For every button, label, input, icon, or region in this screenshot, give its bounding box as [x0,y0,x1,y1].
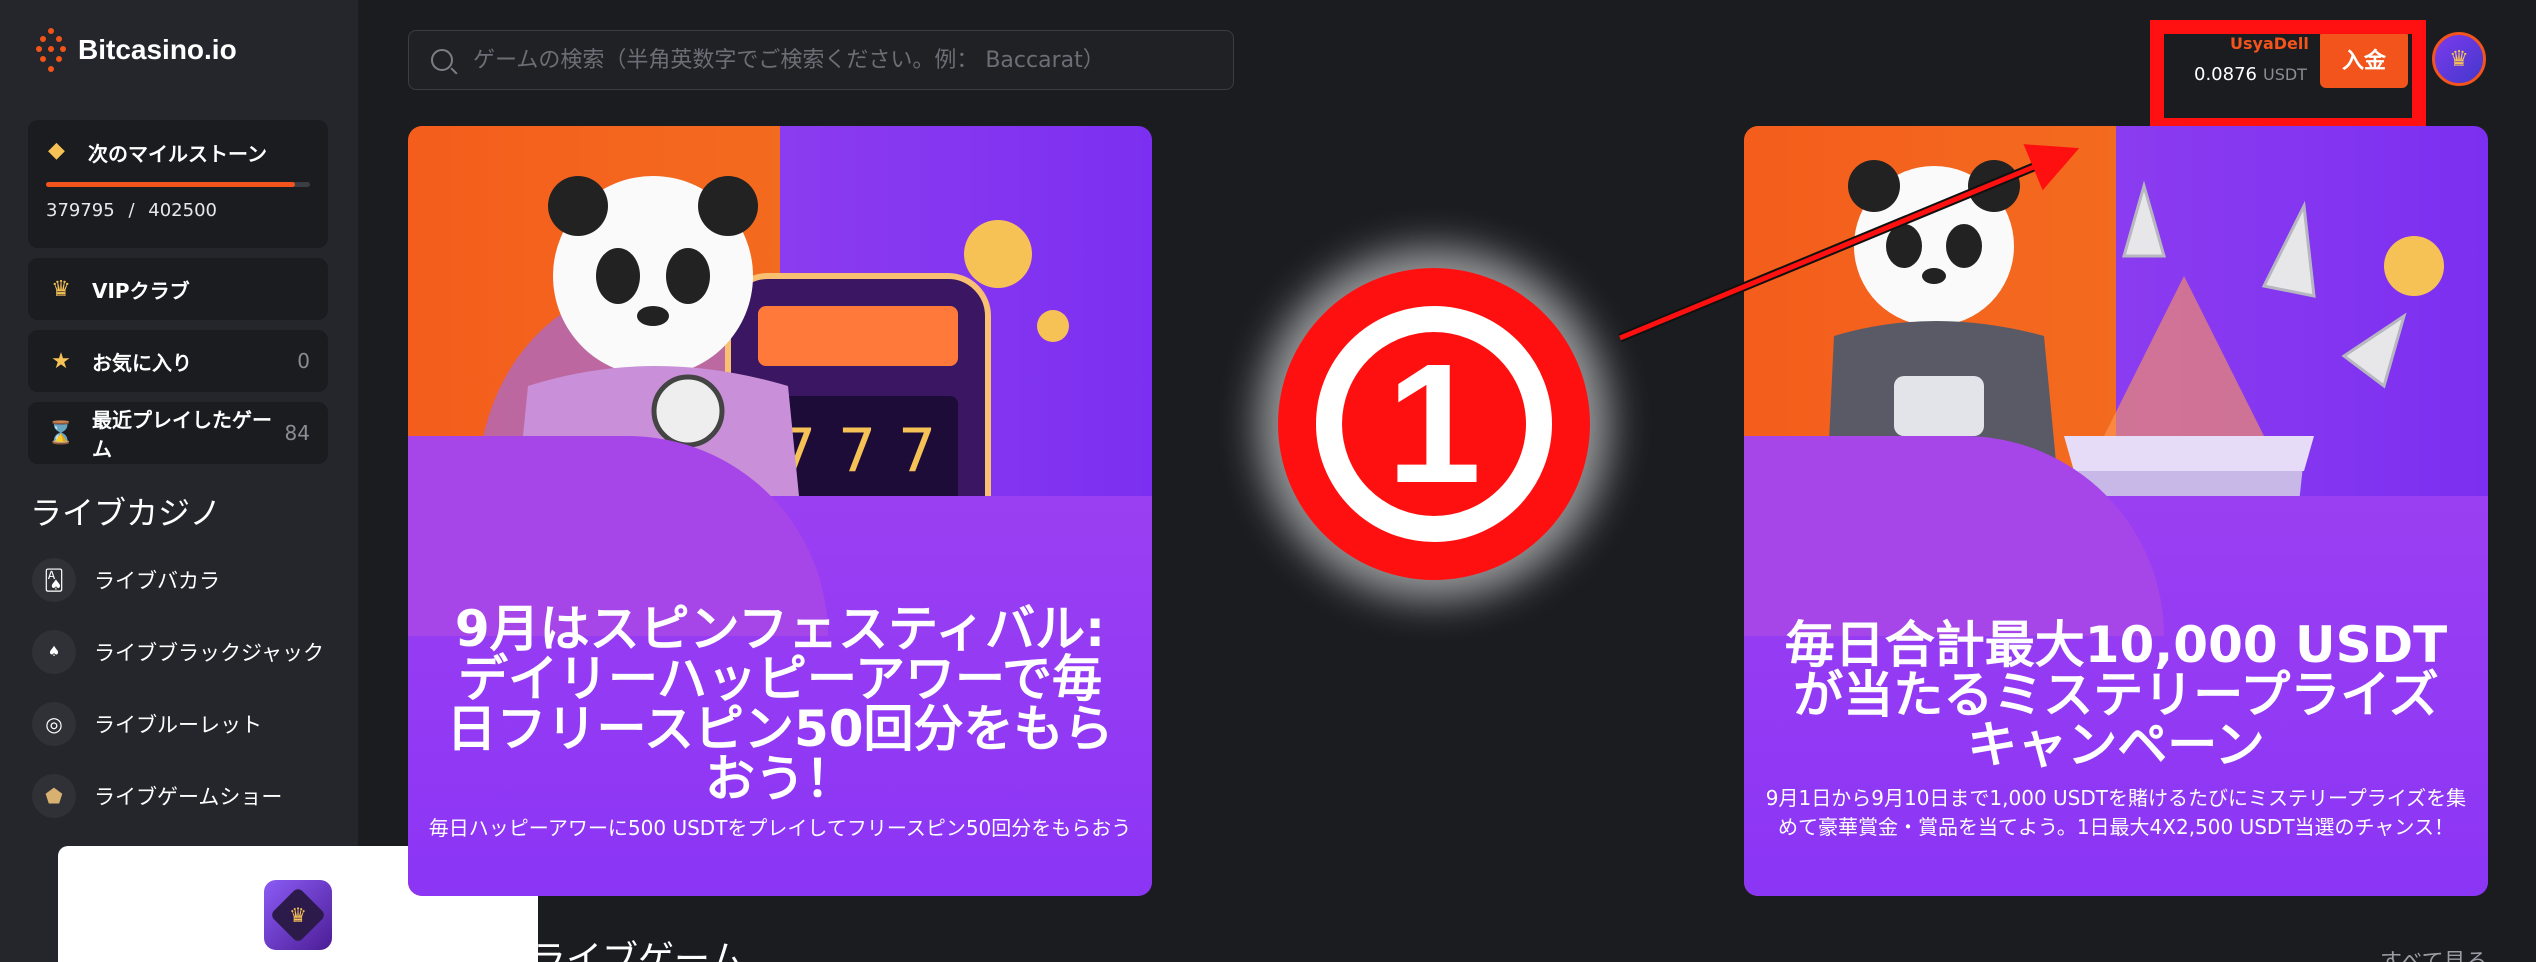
annotation-highlight-box [2150,20,2426,132]
sidebar-item-live-gameshow[interactable]: ⬟ ライブゲームショー [32,774,282,818]
milestone-current: 379795 [46,200,115,221]
milestone-card[interactable]: ◆ 次のマイルストーン 379795 / 402500 [28,120,328,248]
star-icon: ★ [51,348,71,374]
search-input[interactable] [473,47,1233,73]
promo-banner-mystery-prize[interactable]: 毎日合計最大10,000 USDTが当たるミステリープライズキャンペーン 9月1… [1744,126,2488,896]
milestone-title: 次のマイルストーン [88,142,267,166]
sidebar-item-live-baccarat[interactable]: 🂡 ライブバカラ [32,558,220,602]
sidebar-item-label: ライブルーレット [94,713,262,737]
sidebar-item-count: 84 [284,421,310,445]
hourglass-icon: ⌛ [47,420,75,446]
annotation-number: 1 [1386,329,1482,519]
search-icon [431,49,453,71]
svg-text:7: 7 [838,416,876,486]
avatar[interactable]: ♛ [2432,32,2486,86]
sidebar-item-label: VIPクラブ [92,278,190,303]
milestone-progress-fill [46,182,295,187]
banner-title: 9月はスピンフェスティバル: デイリーハッピーアワーで毎日フリースピン50回分を… [446,600,1114,808]
milestone-progress [46,182,310,187]
search-bar[interactable] [408,30,1234,90]
logo-text: Bitcasino.io [78,34,237,65]
milestone-target: 402500 [148,200,217,221]
banner-title: 毎日合計最大10,000 USDTが当たるミステリープライズキャンペーン [1784,616,2448,774]
sidebar-item-label: ライブバカラ [94,569,220,593]
annotation-step-marker: 1 [1278,268,1590,580]
logo[interactable]: Bitcasino.io [36,28,237,72]
blackjack-icon: ♠ [32,630,76,674]
annotation-ring: 1 [1316,306,1552,542]
sidebar-item-vip[interactable]: ♛ VIPクラブ [28,258,328,320]
sidebar-item-live-roulette[interactable]: ◎ ライブルーレット [32,702,262,746]
sidebar-item-count: 0 [297,349,310,373]
gameshow-icon: ⬟ [32,774,76,818]
milestone-separator: / [128,200,135,221]
banner-subtitle: 9月1日から9月10日まで1,000 USDTを賭けるたびにミステリープライズを… [1765,786,2467,839]
banner-subtitle: 毎日ハッピーアワーに500 USDTをプレイしてフリースピン50回分をもらおう [428,816,1132,840]
sidebar-item-live-blackjack[interactable]: ♠ ライブブラックジャック [32,630,324,674]
live-games-heading: ライブゲーム [530,939,745,962]
diamond-icon: ◆ [48,138,65,163]
vip-badge-icon: ♛ [264,880,332,950]
milestone-values: 379795 / 402500 [46,200,217,221]
live-casino-heading: ライブカジノ [30,494,222,532]
sidebar-item-label: ライブブラックジャック [94,641,324,665]
crown-icon: ♛ [51,276,71,302]
sidebar-item-favorites[interactable]: ★ お気に入り 0 [28,330,328,392]
sidebar-item-label: ライブゲームショー [94,785,283,809]
crown-icon: ♛ [2449,46,2469,72]
sidebar-item-recent[interactable]: ⌛ 最近プレイしたゲーム 84 [28,402,328,464]
cards-icon: 🂡 [32,558,76,602]
promo-banner-spin-festival[interactable]: 7 7 7 9月はスピンフェスティバル: デイリーハッピーアワーで毎日フリースピ… [408,126,1152,896]
see-all-link[interactable]: すべて見る [2380,944,2488,962]
sidebar-item-label: 最近プレイしたゲーム [92,408,272,461]
logo-icon [36,28,66,72]
svg-text:7: 7 [898,416,936,486]
sidebar-item-label: お気に入り [92,350,192,375]
sidebar: Bitcasino.io ◆ 次のマイルストーン 379795 / 402500… [0,0,358,962]
roulette-icon: ◎ [32,702,76,746]
